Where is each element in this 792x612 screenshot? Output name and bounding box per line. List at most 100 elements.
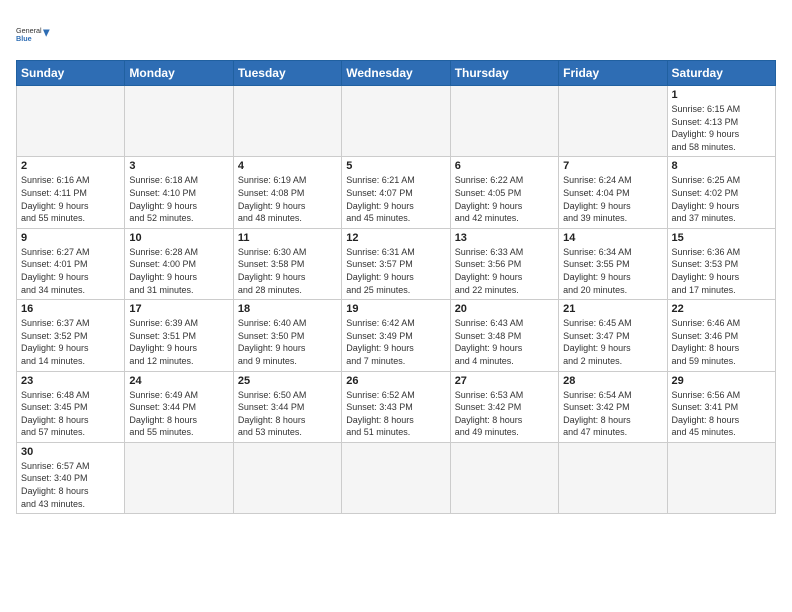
day-info: Sunrise: 6:53 AM Sunset: 3:42 PM Dayligh… xyxy=(455,389,554,439)
day-info: Sunrise: 6:21 AM Sunset: 4:07 PM Dayligh… xyxy=(346,174,445,224)
generalblue-logo-icon: GeneralBlue xyxy=(16,16,52,52)
calendar-cell: 25 Sunrise: 6:50 AM Sunset: 3:44 PM Dayli… xyxy=(233,371,341,442)
day-number: 29 xyxy=(672,375,771,387)
calendar-cell: 3 Sunrise: 6:18 AM Sunset: 4:10 PM Daylig… xyxy=(125,157,233,228)
day-info: Sunrise: 6:42 AM Sunset: 3:49 PM Dayligh… xyxy=(346,317,445,367)
day-number: 21 xyxy=(563,303,662,315)
calendar-cell: 22Sunrise: 6:46 AM Sunset: 3:46 PM Dayli… xyxy=(667,300,775,371)
weekday-header-row: SundayMondayTuesdayWednesdayThursdayFrid… xyxy=(17,61,776,86)
weekday-header-tuesday: Tuesday xyxy=(233,61,341,86)
calendar-cell: 18Sunrise: 6:40 AM Sunset: 3:50 PM Dayli… xyxy=(233,300,341,371)
day-number: 2 xyxy=(21,160,120,172)
week-row-4: 23 Sunrise: 6:48 AM Sunset: 3:45 PM Dayli… xyxy=(17,371,776,442)
day-number: 23 xyxy=(21,375,120,387)
calendar-cell: 5 Sunrise: 6:21 AM Sunset: 4:07 PM Daylig… xyxy=(342,157,450,228)
day-number: 8 xyxy=(672,160,771,172)
day-number: 14 xyxy=(563,232,662,244)
calendar-cell: 21 Sunrise: 6:45 AM Sunset: 3:47 PM Dayli… xyxy=(559,300,667,371)
calendar-cell: 15 Sunrise: 6:36 AM Sunset: 3:53 PM Dayli… xyxy=(667,228,775,299)
week-row-3: 16Sunrise: 6:37 AM Sunset: 3:52 PM Dayli… xyxy=(17,300,776,371)
calendar-cell xyxy=(233,86,341,157)
day-number: 25 xyxy=(238,375,337,387)
calendar-cell: 12 Sunrise: 6:31 AM Sunset: 3:57 PM Dayli… xyxy=(342,228,450,299)
day-number: 10 xyxy=(129,232,228,244)
day-number: 28 xyxy=(563,375,662,387)
day-number: 30 xyxy=(21,446,120,458)
day-info: Sunrise: 6:56 AM Sunset: 3:41 PM Dayligh… xyxy=(672,389,771,439)
calendar-cell: 28Sunrise: 6:54 AM Sunset: 3:42 PM Dayli… xyxy=(559,371,667,442)
calendar-cell: 6 Sunrise: 6:22 AM Sunset: 4:05 PM Daylig… xyxy=(450,157,558,228)
calendar-cell: 9Sunrise: 6:27 AM Sunset: 4:01 PM Daylig… xyxy=(17,228,125,299)
weekday-header-monday: Monday xyxy=(125,61,233,86)
day-info: Sunrise: 6:28 AM Sunset: 4:00 PM Dayligh… xyxy=(129,246,228,296)
day-info: Sunrise: 6:34 AM Sunset: 3:55 PM Dayligh… xyxy=(563,246,662,296)
calendar-cell: 27 Sunrise: 6:53 AM Sunset: 3:42 PM Dayli… xyxy=(450,371,558,442)
header: GeneralBlue xyxy=(16,16,776,52)
calendar-cell: 10 Sunrise: 6:28 AM Sunset: 4:00 PM Dayli… xyxy=(125,228,233,299)
calendar-cell xyxy=(233,442,341,513)
week-row-5: 30 Sunrise: 6:57 AM Sunset: 3:40 PM Dayli… xyxy=(17,442,776,513)
weekday-header-thursday: Thursday xyxy=(450,61,558,86)
day-info: Sunrise: 6:31 AM Sunset: 3:57 PM Dayligh… xyxy=(346,246,445,296)
day-info: Sunrise: 6:57 AM Sunset: 3:40 PM Dayligh… xyxy=(21,460,120,510)
day-number: 13 xyxy=(455,232,554,244)
calendar-cell: 13 Sunrise: 6:33 AM Sunset: 3:56 PM Dayli… xyxy=(450,228,558,299)
calendar-cell: 24 Sunrise: 6:49 AM Sunset: 3:44 PM Dayli… xyxy=(125,371,233,442)
calendar-cell: 1Sunrise: 6:15 AM Sunset: 4:13 PM Daylig… xyxy=(667,86,775,157)
calendar-cell xyxy=(342,86,450,157)
day-info: Sunrise: 6:19 AM Sunset: 4:08 PM Dayligh… xyxy=(238,174,337,224)
day-info: Sunrise: 6:50 AM Sunset: 3:44 PM Dayligh… xyxy=(238,389,337,439)
day-number: 5 xyxy=(346,160,445,172)
calendar-cell xyxy=(559,86,667,157)
calendar-cell: 20Sunrise: 6:43 AM Sunset: 3:48 PM Dayli… xyxy=(450,300,558,371)
day-number: 12 xyxy=(346,232,445,244)
calendar-cell: 30 Sunrise: 6:57 AM Sunset: 3:40 PM Dayli… xyxy=(17,442,125,513)
calendar-cell: 17Sunrise: 6:39 AM Sunset: 3:51 PM Dayli… xyxy=(125,300,233,371)
weekday-header-sunday: Sunday xyxy=(17,61,125,86)
day-number: 6 xyxy=(455,160,554,172)
day-number: 9 xyxy=(21,232,120,244)
calendar-cell: 2 Sunrise: 6:16 AM Sunset: 4:11 PM Daylig… xyxy=(17,157,125,228)
calendar-cell: 7Sunrise: 6:24 AM Sunset: 4:04 PM Daylig… xyxy=(559,157,667,228)
day-number: 20 xyxy=(455,303,554,315)
day-info: Sunrise: 6:52 AM Sunset: 3:43 PM Dayligh… xyxy=(346,389,445,439)
day-number: 15 xyxy=(672,232,771,244)
weekday-header-friday: Friday xyxy=(559,61,667,86)
day-number: 16 xyxy=(21,303,120,315)
day-info: Sunrise: 6:22 AM Sunset: 4:05 PM Dayligh… xyxy=(455,174,554,224)
week-row-0: 1Sunrise: 6:15 AM Sunset: 4:13 PM Daylig… xyxy=(17,86,776,157)
day-number: 3 xyxy=(129,160,228,172)
day-info: Sunrise: 6:39 AM Sunset: 3:51 PM Dayligh… xyxy=(129,317,228,367)
day-info: Sunrise: 6:15 AM Sunset: 4:13 PM Dayligh… xyxy=(672,103,771,153)
calendar-cell xyxy=(667,442,775,513)
day-number: 4 xyxy=(238,160,337,172)
calendar-cell: 4 Sunrise: 6:19 AM Sunset: 4:08 PM Daylig… xyxy=(233,157,341,228)
calendar-cell xyxy=(450,86,558,157)
logo: GeneralBlue xyxy=(16,16,52,52)
calendar-cell xyxy=(450,442,558,513)
day-info: Sunrise: 6:16 AM Sunset: 4:11 PM Dayligh… xyxy=(21,174,120,224)
calendar-cell: 23 Sunrise: 6:48 AM Sunset: 3:45 PM Dayli… xyxy=(17,371,125,442)
calendar-cell: 8 Sunrise: 6:25 AM Sunset: 4:02 PM Daylig… xyxy=(667,157,775,228)
day-info: Sunrise: 6:25 AM Sunset: 4:02 PM Dayligh… xyxy=(672,174,771,224)
calendar-table: SundayMondayTuesdayWednesdayThursdayFrid… xyxy=(16,60,776,514)
weekday-header-wednesday: Wednesday xyxy=(342,61,450,86)
day-info: Sunrise: 6:36 AM Sunset: 3:53 PM Dayligh… xyxy=(672,246,771,296)
calendar-cell xyxy=(17,86,125,157)
calendar-cell xyxy=(125,86,233,157)
day-info: Sunrise: 6:33 AM Sunset: 3:56 PM Dayligh… xyxy=(455,246,554,296)
calendar-cell xyxy=(342,442,450,513)
week-row-2: 9Sunrise: 6:27 AM Sunset: 4:01 PM Daylig… xyxy=(17,228,776,299)
day-number: 24 xyxy=(129,375,228,387)
day-info: Sunrise: 6:18 AM Sunset: 4:10 PM Dayligh… xyxy=(129,174,228,224)
calendar-cell xyxy=(559,442,667,513)
day-number: 27 xyxy=(455,375,554,387)
day-info: Sunrise: 6:48 AM Sunset: 3:45 PM Dayligh… xyxy=(21,389,120,439)
day-info: Sunrise: 6:45 AM Sunset: 3:47 PM Dayligh… xyxy=(563,317,662,367)
weekday-header-saturday: Saturday xyxy=(667,61,775,86)
day-info: Sunrise: 6:49 AM Sunset: 3:44 PM Dayligh… xyxy=(129,389,228,439)
calendar-cell: 19Sunrise: 6:42 AM Sunset: 3:49 PM Dayli… xyxy=(342,300,450,371)
svg-text:Blue: Blue xyxy=(16,34,32,43)
day-info: Sunrise: 6:24 AM Sunset: 4:04 PM Dayligh… xyxy=(563,174,662,224)
calendar-cell: 11Sunrise: 6:30 AM Sunset: 3:58 PM Dayli… xyxy=(233,228,341,299)
